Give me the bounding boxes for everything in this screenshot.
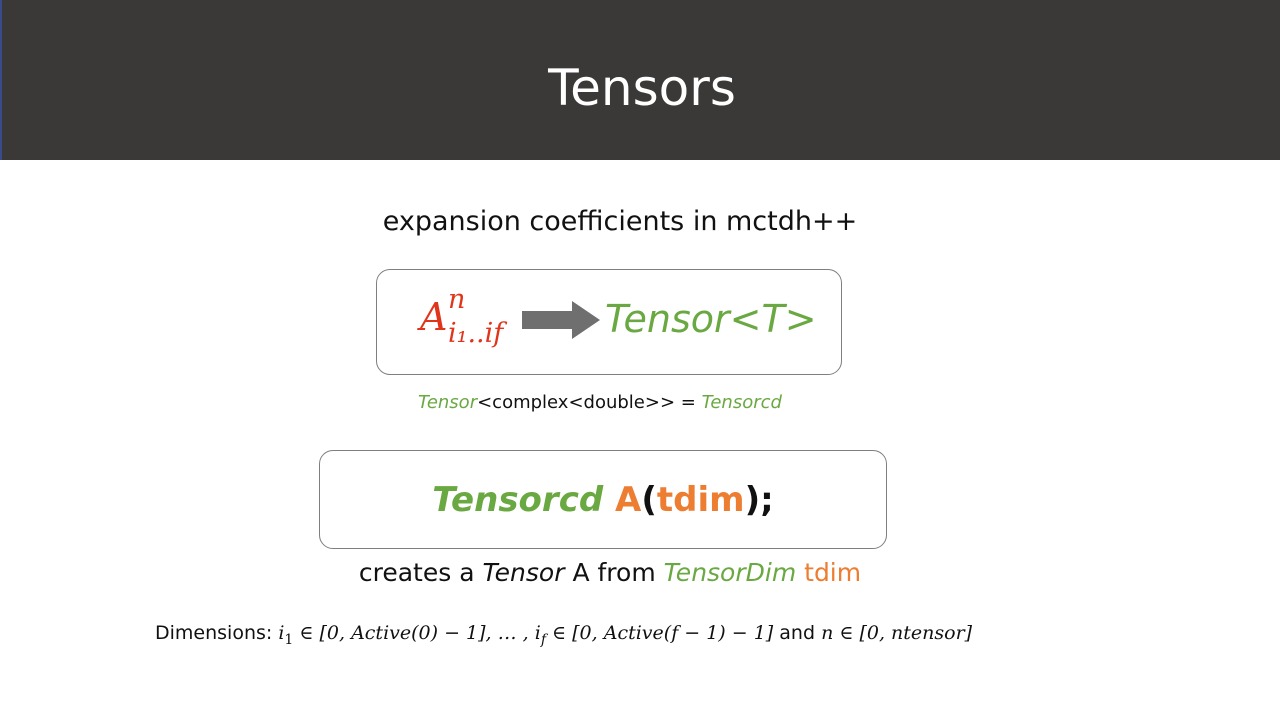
creates-dim-type: TensorDim [663, 558, 797, 587]
typedef-line: Tensor<complex<double>> = Tensorcd [400, 392, 800, 413]
range-3: ∈ [0, ntensor] [833, 622, 973, 644]
dimensions-line: Dimensions: i 1 ∈ [0, Active(0) − 1], … ,… [155, 622, 973, 648]
right-arrow-icon [522, 301, 600, 339]
typedef-tensor: Tensor [418, 392, 478, 413]
tensor-template-label: Tensor<T> [605, 297, 817, 341]
and-word: and [773, 622, 822, 644]
range-1: ∈ [0, Active(0) − 1], … , [293, 622, 535, 644]
code-var: A [615, 480, 642, 520]
subtitle: expansion coefficients in mctdh++ [382, 206, 858, 237]
slide-title: Tensors [548, 59, 736, 117]
index-i1-sub: 1 [284, 632, 294, 648]
creates-dim-var: tdim [804, 558, 862, 587]
index-n: n [821, 622, 834, 644]
symbol-subscript: i₁..if [448, 318, 504, 349]
code-close: ); [744, 480, 774, 520]
typedef-alias: Tensorcd [701, 392, 782, 413]
symbol-base: A [420, 295, 448, 339]
creates-prefix: creates a [358, 558, 483, 587]
index-if-sub: f [540, 632, 546, 648]
symbol-superscript: n [448, 284, 466, 315]
index-if: i [534, 622, 541, 644]
title-bar: Tensors [0, 0, 1280, 160]
code-arg: tdim [656, 480, 745, 520]
creates-caption: creates a Tensor A from TensorDim tdim [300, 558, 920, 587]
coefficient-symbol: A n i₁..if [420, 284, 503, 349]
code-line: Tensorcd A(tdim); [319, 478, 887, 522]
code-open: ( [641, 480, 657, 520]
code-type: Tensorcd [432, 480, 604, 520]
typedef-args: <complex<double>> = [477, 392, 702, 413]
range-2: ∈ [0, Active(f − 1) − 1] [546, 622, 774, 644]
creates-tensor-word: Tensor [482, 558, 565, 587]
creates-middle: A from [564, 558, 664, 587]
dimensions-label: Dimensions: [155, 622, 279, 644]
